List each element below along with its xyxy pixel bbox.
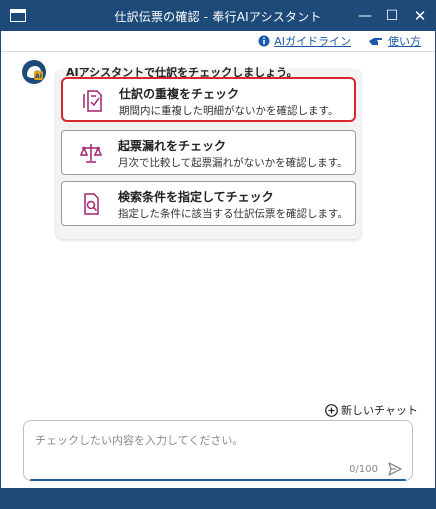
- new-chat-label: 新しいチャット: [341, 404, 418, 417]
- ai-guideline-label: AIガイドライン: [274, 35, 351, 48]
- chat-composer: 0/100: [23, 420, 413, 481]
- status-bar: [1, 488, 435, 508]
- document-check-icon: [80, 88, 104, 114]
- card-description: 月次で比較して起票漏れがないかを確認します。: [118, 157, 348, 169]
- check-duplicate-card[interactable]: 仕訳の重複をチェック 期間内に重複した明細がないかを確認します。: [61, 77, 356, 122]
- assistant-avatar: AI: [22, 60, 46, 84]
- new-chat-icon: [325, 404, 338, 420]
- usage-link[interactable]: 使い方: [368, 33, 421, 50]
- assistant-message: 仕訳の重複をチェック 期間内に重複した明細がないかを確認します。 起票漏れをチェ…: [56, 69, 361, 239]
- greeting-text: AIアシスタントで仕訳をチェックしましょう。: [66, 66, 298, 79]
- chat-input[interactable]: [33, 428, 397, 452]
- check-by-condition-card[interactable]: 検索条件を指定してチェック 指定した条件に該当する仕訳伝票を確認します。: [61, 181, 356, 226]
- pointing-hand-icon: [368, 35, 384, 50]
- title-bar[interactable]: 仕訳伝票の確認 - 奉行AIアシスタント — ☐ ✕: [1, 1, 435, 31]
- usage-label: 使い方: [388, 35, 421, 48]
- character-counter: 0/100: [349, 464, 378, 475]
- new-chat-button[interactable]: 新しいチャット: [325, 402, 418, 420]
- send-button[interactable]: [387, 461, 403, 477]
- info-icon: [258, 35, 270, 50]
- message-bubble: 仕訳の重複をチェック 期間内に重複した明細がないかを確認します。 起票漏れをチェ…: [56, 69, 361, 239]
- card-title: 仕訳の重複をチェック: [119, 87, 240, 101]
- check-missing-entry-card[interactable]: 起票漏れをチェック 月次で比較して起票漏れがないかを確認します。: [61, 130, 356, 175]
- header-divider: [1, 51, 435, 52]
- minimize-button[interactable]: —: [354, 5, 376, 27]
- card-description: 指定した条件に該当する仕訳伝票を確認します。: [118, 208, 348, 220]
- card-description: 期間内に重複した明細がないかを確認します。: [119, 105, 339, 117]
- send-icon: [388, 462, 402, 476]
- avatar-label: AI: [35, 73, 42, 80]
- ai-guideline-link[interactable]: AIガイドライン: [258, 33, 351, 50]
- balance-scale-icon: [79, 140, 103, 166]
- app-window: 仕訳伝票の確認 - 奉行AIアシスタント — ☐ ✕ AIガイドライン 使い方 …: [0, 0, 436, 509]
- card-title: 起票漏れをチェック: [118, 139, 227, 153]
- maximize-button[interactable]: ☐: [381, 5, 403, 27]
- document-search-icon: [79, 191, 103, 217]
- close-button[interactable]: ✕: [409, 5, 431, 27]
- card-title: 検索条件を指定してチェック: [118, 190, 274, 204]
